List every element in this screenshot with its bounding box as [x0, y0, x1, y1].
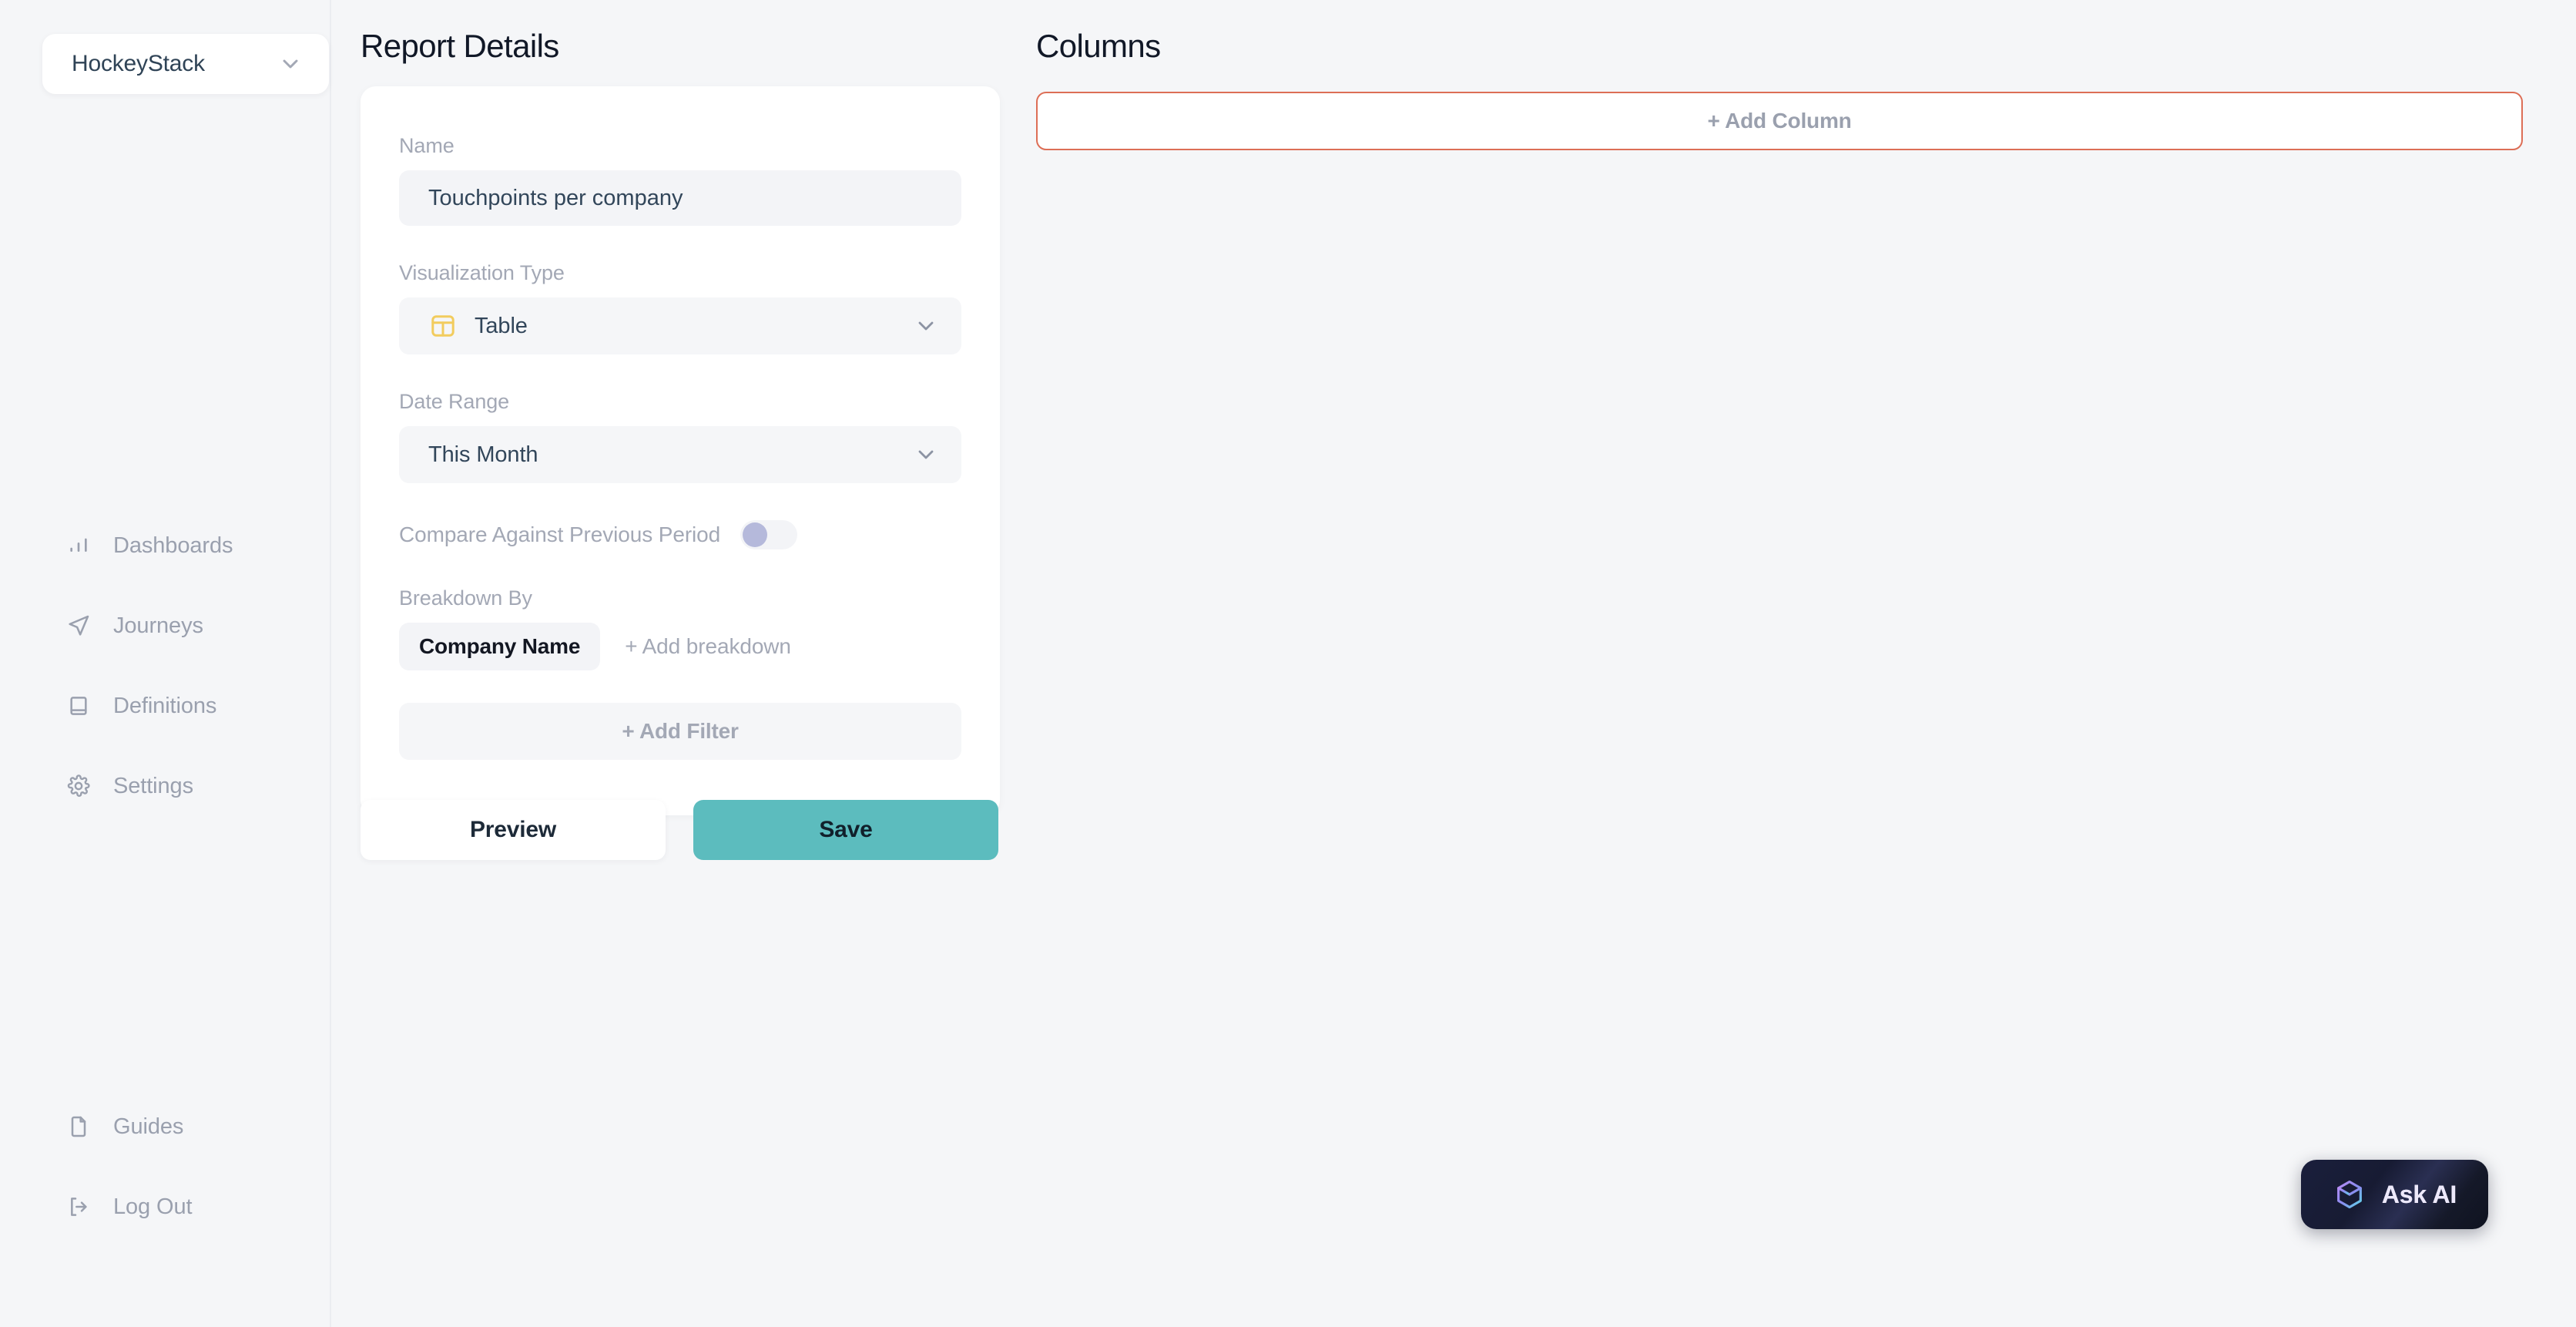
compare-previous-period-label: Compare Against Previous Period	[399, 522, 721, 546]
add-breakdown-button[interactable]: + Add breakdown	[625, 634, 791, 659]
add-filter-button[interactable]: + Add Filter	[399, 703, 961, 760]
workspace-selector[interactable]: HockeyStack	[42, 34, 329, 94]
sidebar-item-label: Dashboards	[113, 532, 233, 558]
chevron-down-icon	[278, 52, 303, 76]
save-button[interactable]: Save	[693, 800, 998, 860]
navigation-arrow-icon	[65, 613, 92, 639]
workspace-name: HockeyStack	[72, 51, 205, 76]
gear-icon	[65, 773, 92, 799]
visualization-type-label: Visualization Type	[399, 261, 565, 284]
sidebar-item-journeys[interactable]: Journeys	[0, 604, 331, 647]
compare-previous-period-toggle[interactable]	[740, 520, 798, 549]
file-icon	[65, 1114, 92, 1140]
sidebar-item-label: Definitions	[113, 693, 217, 718]
date-range-value: This Month	[428, 442, 538, 467]
ask-ai-label: Ask AI	[2381, 1180, 2457, 1208]
columns-title: Columns	[1036, 28, 1161, 64]
date-range-select[interactable]: This Month	[399, 426, 961, 483]
sidebar-nav-bottom: Guides Log Out	[0, 1105, 331, 1228]
visualization-type-value: Table	[475, 313, 528, 338]
sidebar: HockeyStack Dashboards Journeys Definiti…	[0, 0, 331, 1327]
name-input[interactable]: Touchpoints per company	[399, 170, 961, 226]
breakdown-chips-row: Company Name + Add breakdown	[399, 623, 961, 670]
sidebar-item-dashboards[interactable]: Dashboards	[0, 524, 331, 567]
sidebar-item-settings[interactable]: Settings	[0, 764, 331, 808]
logout-icon	[65, 1194, 92, 1220]
table-icon	[428, 311, 458, 341]
bar-chart-icon	[65, 532, 92, 559]
sidebar-item-label: Guides	[113, 1114, 184, 1139]
report-details-card: Name Touchpoints per company Visualizati…	[361, 86, 1000, 815]
cube-hexagon-icon	[2333, 1178, 2366, 1211]
page-title: Report Details	[361, 28, 559, 64]
chevron-down-icon	[914, 442, 938, 467]
visualization-type-select[interactable]: Table	[399, 297, 961, 354]
sidebar-nav-main: Dashboards Journeys Definitions Settings	[0, 524, 331, 808]
book-icon	[65, 693, 92, 719]
chevron-down-icon	[914, 314, 938, 338]
add-column-button[interactable]: + Add Column	[1036, 92, 2523, 150]
sidebar-item-label: Log Out	[113, 1194, 193, 1219]
sidebar-item-definitions[interactable]: Definitions	[0, 684, 331, 727]
columns-panel: Columns + Add Column	[1036, 0, 2576, 1327]
compare-previous-period-row: Compare Against Previous Period	[399, 520, 961, 549]
report-details-panel: Report Details Name Touchpoints per comp…	[331, 0, 1036, 1327]
name-field-label: Name	[399, 134, 454, 157]
breakdown-by-label: Breakdown By	[399, 586, 532, 610]
form-actions: Preview Save	[361, 800, 998, 860]
ask-ai-button[interactable]: Ask AI	[2301, 1160, 2488, 1229]
app-root: HockeyStack Dashboards Journeys Definiti…	[0, 0, 2576, 1327]
preview-button[interactable]: Preview	[361, 800, 666, 860]
sidebar-item-label: Settings	[113, 773, 193, 798]
sidebar-item-label: Journeys	[113, 613, 203, 638]
date-range-label: Date Range	[399, 390, 510, 413]
breakdown-chip-company-name[interactable]: Company Name	[399, 623, 601, 670]
toggle-knob	[743, 522, 768, 547]
sidebar-item-guides[interactable]: Guides	[0, 1105, 331, 1148]
sidebar-item-logout[interactable]: Log Out	[0, 1185, 331, 1228]
